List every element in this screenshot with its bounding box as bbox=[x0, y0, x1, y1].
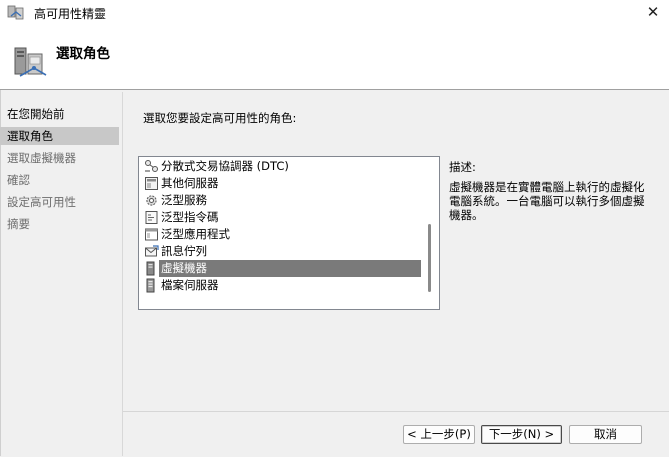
message-queue-icon bbox=[144, 244, 159, 259]
role-label[interactable]: 訊息佇列 bbox=[161, 243, 207, 260]
server-icon bbox=[144, 176, 159, 191]
role-prompt: 選取您要設定高可用性的角色: bbox=[143, 111, 297, 125]
role-label[interactable]: 其他伺服器 bbox=[161, 175, 219, 192]
role-item-generic-application[interactable]: 泛型應用程式 bbox=[144, 226, 421, 243]
application-icon bbox=[144, 227, 159, 242]
role-item-virtual-machine[interactable]: 虛擬機器 bbox=[144, 260, 421, 277]
close-icon[interactable]: ✕ bbox=[647, 3, 660, 21]
cluster-role-icon bbox=[12, 42, 50, 80]
back-button[interactable]: < 上一步(P) bbox=[403, 425, 475, 444]
close-button[interactable]: ✕ bbox=[641, 2, 665, 24]
role-item-other-server[interactable]: 其他伺服器 bbox=[144, 175, 421, 192]
nav-step-select-role[interactable]: 選取角色 bbox=[0, 127, 119, 145]
role-item-file-server[interactable]: 檔案伺服器 bbox=[144, 277, 421, 294]
role-item-message-queue[interactable]: 訊息佇列 bbox=[144, 243, 421, 260]
title-bar: 高可用性精靈 ✕ bbox=[0, 0, 669, 26]
role-label[interactable]: 虛擬機器 bbox=[159, 260, 421, 277]
listbox-scrollbar-thumb[interactable] bbox=[428, 224, 431, 292]
role-item-generic-service[interactable]: 泛型服務 bbox=[144, 192, 421, 209]
role-label[interactable]: 泛型應用程式 bbox=[161, 226, 230, 243]
wizard-app-icon bbox=[7, 4, 25, 21]
role-label[interactable]: 泛型指令碼 bbox=[161, 209, 219, 226]
role-label[interactable]: 分散式交易協調器 (DTC) bbox=[161, 158, 289, 175]
role-label[interactable]: 檔案伺服器 bbox=[161, 277, 219, 294]
role-item-generic-script[interactable]: 泛型指令碼 bbox=[144, 209, 421, 226]
virtual-machine-icon bbox=[144, 261, 159, 276]
cancel-button[interactable]: 取消 bbox=[569, 425, 642, 444]
nav-step-before-you-begin[interactable]: 在您開始前 bbox=[0, 105, 119, 123]
window-title: 高可用性精靈 bbox=[34, 7, 107, 21]
description-heading: 描述: bbox=[449, 160, 476, 174]
description-text: 虛擬機器是在實體電腦上執行的虛擬化電腦系統。一台電腦可以執行多個虛擬機器。 bbox=[449, 180, 645, 222]
gear-icon bbox=[144, 193, 159, 208]
nav-step-configure-ha: 設定高可用性 bbox=[7, 195, 76, 209]
page-title: 選取角色 bbox=[56, 46, 110, 62]
wizard-steps-nav: 在您開始前 選取角色 選取虛擬機器 確認 設定高可用性 摘要 bbox=[0, 90, 122, 456]
role-label[interactable]: 泛型服務 bbox=[161, 192, 207, 209]
file-server-icon bbox=[144, 278, 159, 293]
nav-step-summary: 摘要 bbox=[7, 217, 30, 231]
wizard-header: 選取角色 bbox=[0, 26, 669, 90]
dtc-icon bbox=[144, 159, 159, 174]
nav-step-select-vm: 選取虛擬機器 bbox=[7, 151, 76, 165]
script-icon bbox=[144, 210, 159, 225]
role-item-dtc[interactable]: 分散式交易協調器 (DTC) bbox=[144, 158, 421, 175]
next-button[interactable]: 下一步(N) > bbox=[481, 425, 562, 444]
role-listbox[interactable]: 分散式交易協調器 (DTC) 其他伺服器 泛型服務 泛型指令碼 泛型應用程式 訊… bbox=[138, 156, 440, 310]
nav-step-confirmation: 確認 bbox=[7, 173, 30, 187]
